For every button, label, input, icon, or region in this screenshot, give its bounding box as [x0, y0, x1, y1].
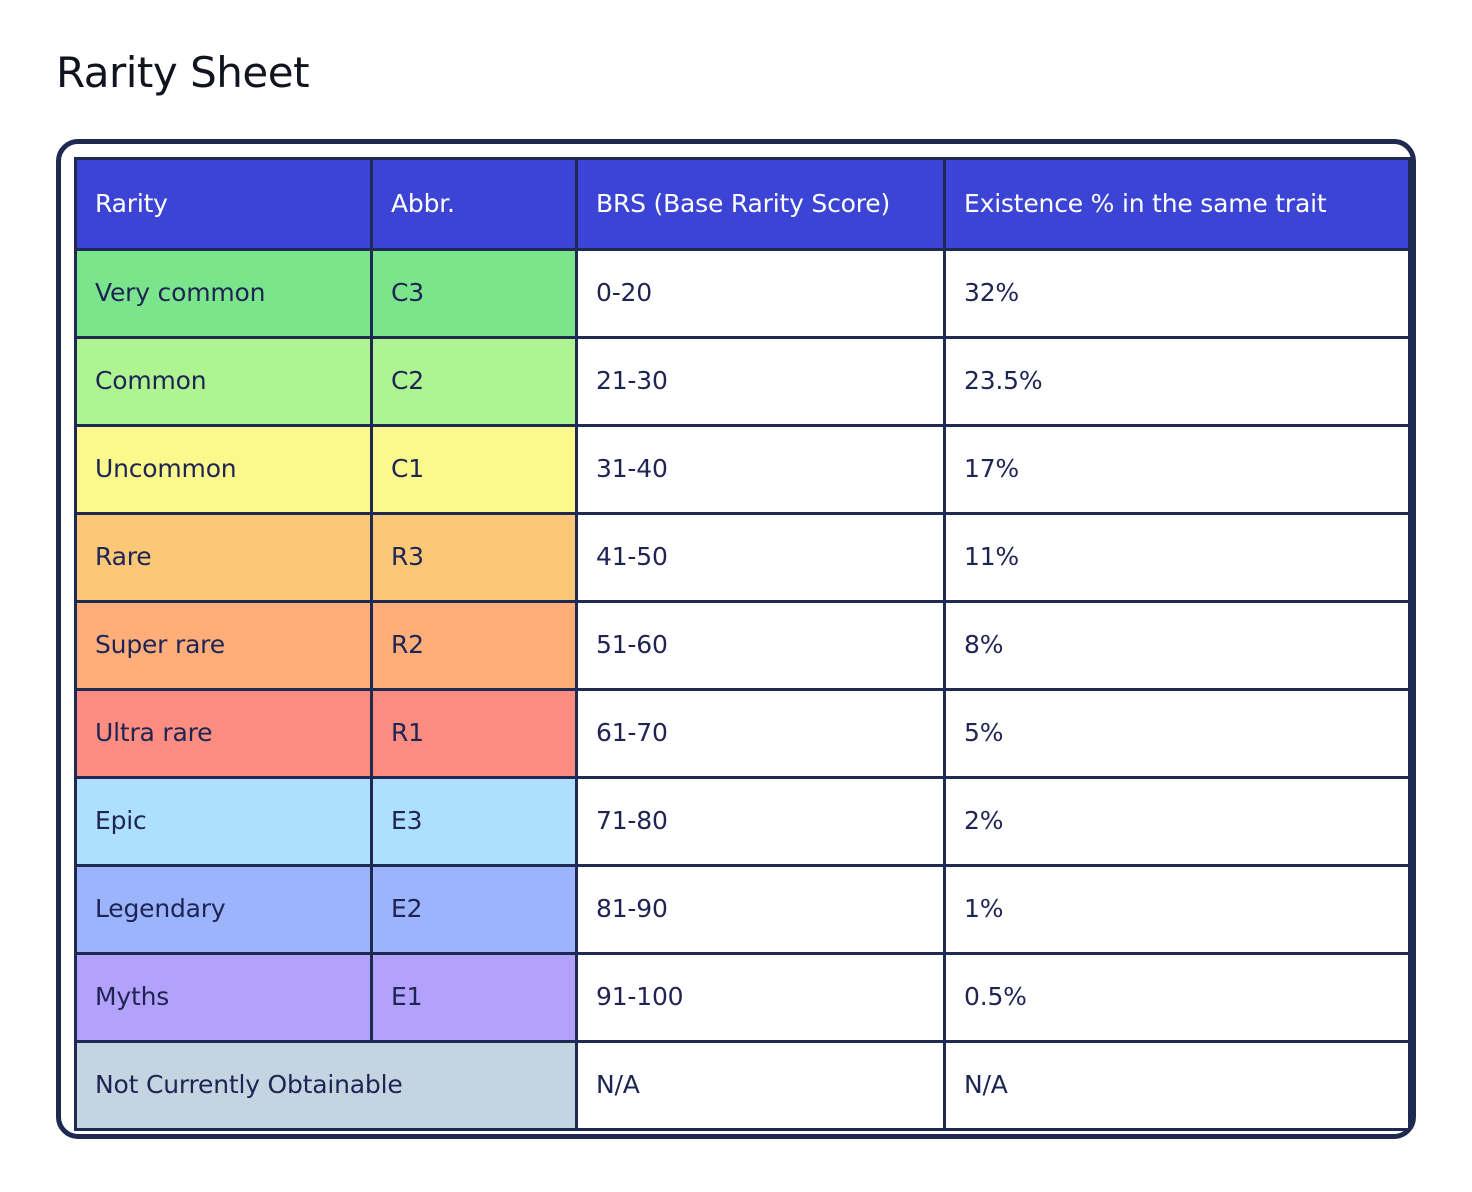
- page-title: Rarity Sheet: [56, 48, 310, 97]
- table-header-row: Rarity Abbr. BRS (Base Rarity Score) Exi…: [74, 157, 1411, 251]
- cell-abbr: E1: [370, 952, 578, 1043]
- cell-abbr: C1: [370, 424, 578, 515]
- table-body: Very common C3 0-20 32% Common C2 21-30 23.5% Un…: [74, 248, 1411, 1131]
- cell-rarity: Uncommon: [74, 424, 373, 515]
- column-header-brs: BRS (Base Rarity Score): [575, 157, 946, 251]
- cell-abbr: R3: [370, 512, 578, 603]
- column-header-abbr: Abbr.: [370, 157, 578, 251]
- table-header: Rarity Abbr. BRS (Base Rarity Score) Exi…: [74, 157, 1411, 251]
- cell-abbr: R2: [370, 600, 578, 691]
- table-row: Epic E3 71-80 2%: [74, 776, 1411, 867]
- table-row: Not Currently Obtainable N/A N/A: [74, 1040, 1411, 1131]
- rarity-table-card: Rarity Abbr. BRS (Base Rarity Score) Exi…: [56, 139, 1416, 1139]
- cell-rarity: Very common: [74, 248, 373, 339]
- cell-rarity: Ultra rare: [74, 688, 373, 779]
- cell-brs: N/A: [575, 1040, 946, 1131]
- cell-existence: 2%: [943, 776, 1411, 867]
- cell-abbr: C3: [370, 248, 578, 339]
- cell-rarity: Super rare: [74, 600, 373, 691]
- cell-brs: 21-30: [575, 336, 946, 427]
- table-row: Rare R3 41-50 11%: [74, 512, 1411, 603]
- column-header-existence: Existence % in the same trait: [943, 157, 1411, 251]
- cell-brs: 41-50: [575, 512, 946, 603]
- rarity-table: Rarity Abbr. BRS (Base Rarity Score) Exi…: [74, 157, 1411, 1131]
- cell-rarity: Epic: [74, 776, 373, 867]
- cell-brs: 31-40: [575, 424, 946, 515]
- cell-rarity: Rare: [74, 512, 373, 603]
- cell-existence: 1%: [943, 864, 1411, 955]
- cell-brs: 91-100: [575, 952, 946, 1043]
- table-row: Uncommon C1 31-40 17%: [74, 424, 1411, 515]
- rarity-sheet-page: Rarity Sheet Rarity Abbr. BRS (Base Rari…: [0, 0, 1472, 1192]
- cell-rarity: Legendary: [74, 864, 373, 955]
- cell-existence: 0.5%: [943, 952, 1411, 1043]
- cell-existence: 32%: [943, 248, 1411, 339]
- column-header-rarity: Rarity: [74, 157, 373, 251]
- cell-existence: 11%: [943, 512, 1411, 603]
- table-row: Super rare R2 51-60 8%: [74, 600, 1411, 691]
- table-row: Ultra rare R1 61-70 5%: [74, 688, 1411, 779]
- cell-rarity: Not Currently Obtainable: [74, 1040, 578, 1131]
- cell-existence: 17%: [943, 424, 1411, 515]
- table-row: Legendary E2 81-90 1%: [74, 864, 1411, 955]
- cell-brs: 71-80: [575, 776, 946, 867]
- cell-brs: 61-70: [575, 688, 946, 779]
- cell-brs: 0-20: [575, 248, 946, 339]
- cell-rarity: Common: [74, 336, 373, 427]
- cell-abbr: C2: [370, 336, 578, 427]
- table-row: Common C2 21-30 23.5%: [74, 336, 1411, 427]
- cell-brs: 51-60: [575, 600, 946, 691]
- table-row: Very common C3 0-20 32%: [74, 248, 1411, 339]
- cell-existence: 5%: [943, 688, 1411, 779]
- cell-brs: 81-90: [575, 864, 946, 955]
- cell-rarity: Myths: [74, 952, 373, 1043]
- cell-abbr: E3: [370, 776, 578, 867]
- cell-abbr: R1: [370, 688, 578, 779]
- table-row: Myths E1 91-100 0.5%: [74, 952, 1411, 1043]
- cell-existence: 8%: [943, 600, 1411, 691]
- cell-existence: 23.5%: [943, 336, 1411, 427]
- cell-abbr: E2: [370, 864, 578, 955]
- cell-existence: N/A: [943, 1040, 1411, 1131]
